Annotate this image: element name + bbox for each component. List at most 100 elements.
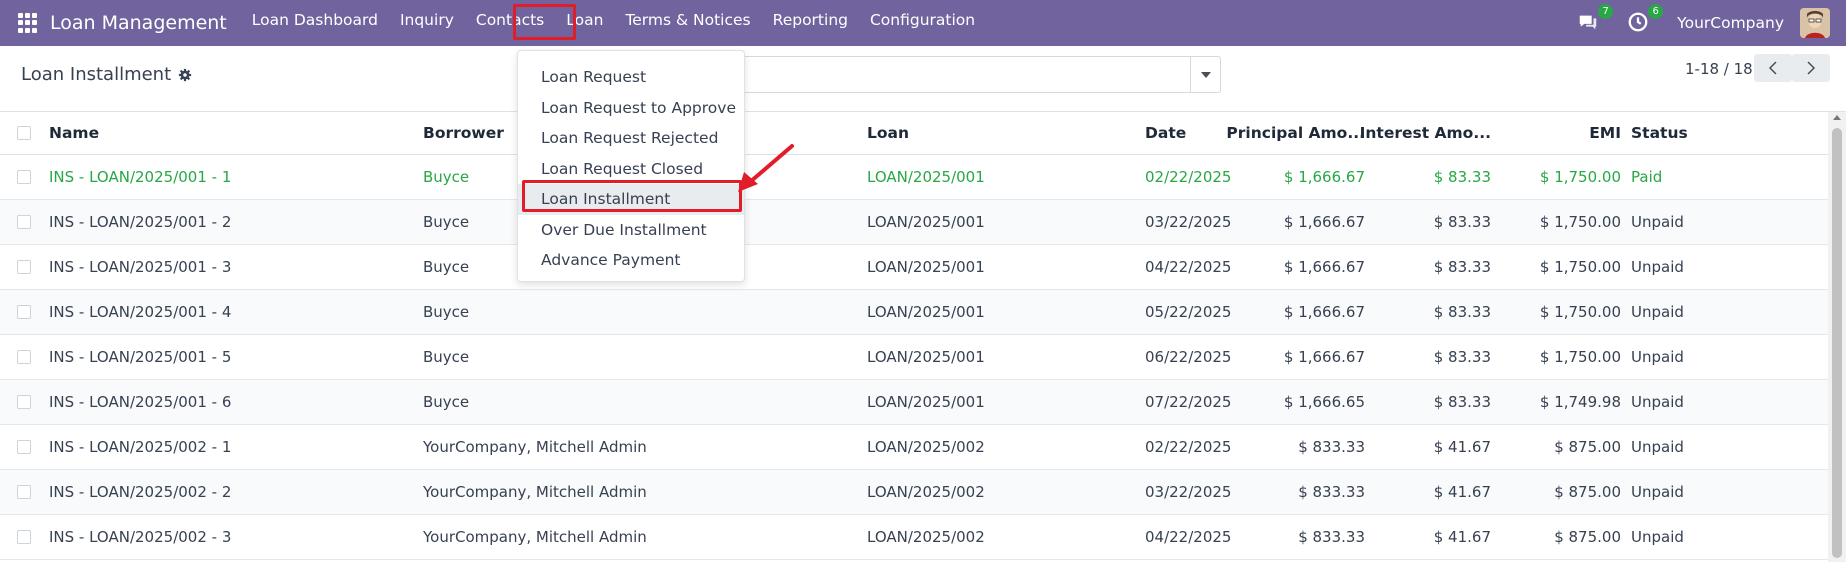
row-checkbox[interactable] <box>17 440 31 454</box>
cell-date: 05/22/2025 <box>1145 303 1232 321</box>
select-all-checkbox[interactable] <box>17 126 31 140</box>
column-header-principal[interactable]: Principal Amo... <box>1226 112 1365 154</box>
row-checkbox[interactable] <box>17 395 31 409</box>
dropdown-item-loan-request[interactable]: Loan Request <box>518 62 744 93</box>
cell-borrower: Buyce <box>423 213 470 231</box>
column-header-interest[interactable]: Interest Amo... <box>1360 112 1491 154</box>
cell-status: Unpaid <box>1631 528 1684 546</box>
menu-loan[interactable]: Loan <box>555 0 614 46</box>
app-brand[interactable]: Loan Management <box>50 12 227 34</box>
cell-date: 04/22/2025 <box>1145 528 1232 546</box>
table-row[interactable]: INS - LOAN/2025/001 - 6 Buyce LOAN/2025/00… <box>0 380 1828 425</box>
cell-name: INS - LOAN/2025/002 - 1 <box>49 438 232 456</box>
chat-icon[interactable]: 7 <box>1577 4 1614 35</box>
cell-principal: $ 1,666.67 <box>1283 258 1365 276</box>
cell-principal: $ 1,666.67 <box>1283 303 1365 321</box>
dropdown-item-loan-request-to-approve[interactable]: Loan Request to Approve <box>518 93 744 124</box>
scroll-up-arrow-icon[interactable] <box>1833 115 1841 120</box>
column-header-loan[interactable]: Loan <box>867 112 909 154</box>
cell-date: 03/22/2025 <box>1145 213 1232 231</box>
table-row[interactable]: INS - LOAN/2025/001 - 4 Buyce LOAN/2025/00… <box>0 290 1828 335</box>
vertical-scrollbar[interactable] <box>1828 112 1846 562</box>
cell-principal: $ 833.33 <box>1298 438 1365 456</box>
cell-name: INS - LOAN/2025/001 - 6 <box>49 393 232 411</box>
menu-loan-dashboard[interactable]: Loan Dashboard <box>241 0 389 46</box>
dropdown-item-advance-payment[interactable]: Advance Payment <box>518 245 744 276</box>
column-header-date[interactable]: Date <box>1145 112 1186 154</box>
cell-emi: $ 1,750.00 <box>1539 258 1621 276</box>
search-options-toggle[interactable] <box>1190 57 1220 92</box>
activity-clock-icon[interactable]: 6 <box>1627 4 1664 35</box>
cell-borrower: Buyce <box>423 168 470 186</box>
row-checkbox[interactable] <box>17 260 31 274</box>
table-row[interactable]: INS - LOAN/2025/001 - 5 Buyce LOAN/2025/00… <box>0 335 1828 380</box>
table-row[interactable]: INS - LOAN/2025/001 - 1 Buyce LOAN/2025/00… <box>0 155 1828 200</box>
pager-next-button[interactable] <box>1792 54 1830 82</box>
dropdown-item-loan-request-closed[interactable]: Loan Request Closed <box>518 154 744 185</box>
cell-name: INS - LOAN/2025/001 - 4 <box>49 303 232 321</box>
scrollbar-thumb[interactable] <box>1832 128 1842 558</box>
menu-reporting[interactable]: Reporting <box>762 0 859 46</box>
cell-loan: LOAN/2025/001 <box>867 213 985 231</box>
menu-configuration[interactable]: Configuration <box>859 0 986 46</box>
cell-interest: $ 83.33 <box>1433 393 1491 411</box>
cell-loan: LOAN/2025/001 <box>867 348 985 366</box>
table-row[interactable]: INS - LOAN/2025/002 - 3 YourCompany, Mitc… <box>0 515 1828 560</box>
menu-contacts[interactable]: Contacts <box>465 0 555 46</box>
table-header: Name Borrower Loan Date Principal Amo...… <box>0 112 1828 155</box>
cell-loan: LOAN/2025/002 <box>867 438 985 456</box>
pager-value[interactable]: 1-18 / 18 <box>1685 60 1753 78</box>
row-checkbox[interactable] <box>17 530 31 544</box>
dropdown-item-loan-request-rejected[interactable]: Loan Request Rejected <box>518 123 744 154</box>
table-row[interactable]: INS - LOAN/2025/001 - 3 Buyce LOAN/2025/00… <box>0 245 1828 290</box>
row-checkbox[interactable] <box>17 350 31 364</box>
search-input[interactable] <box>740 56 1221 93</box>
cell-interest: $ 41.67 <box>1433 438 1491 456</box>
cell-borrower: YourCompany, Mitchell Admin <box>423 528 647 546</box>
row-checkbox[interactable] <box>17 170 31 184</box>
cell-status: Unpaid <box>1631 393 1684 411</box>
cell-principal: $ 1,666.67 <box>1283 348 1365 366</box>
apps-menu-icon[interactable] <box>18 13 38 33</box>
cell-borrower: Buyce <box>423 393 470 411</box>
column-header-status[interactable]: Status <box>1631 112 1688 154</box>
dropdown-item-loan-installment[interactable]: Loan Installment <box>518 184 744 215</box>
cell-emi: $ 1,750.00 <box>1539 303 1621 321</box>
column-header-name[interactable]: Name <box>49 112 99 154</box>
user-avatar[interactable] <box>1800 8 1830 38</box>
cell-interest: $ 83.33 <box>1433 348 1491 366</box>
cell-status: Unpaid <box>1631 303 1684 321</box>
row-checkbox[interactable] <box>17 215 31 229</box>
activity-badge: 6 <box>1648 4 1664 19</box>
row-checkbox[interactable] <box>17 305 31 319</box>
table-row[interactable]: INS - LOAN/2025/002 - 1 YourCompany, Mitc… <box>0 425 1828 470</box>
table-row[interactable]: INS - LOAN/2025/002 - 2 YourCompany, Mitc… <box>0 470 1828 515</box>
table-row[interactable]: INS - LOAN/2025/001 - 2 Buyce LOAN/2025/00… <box>0 200 1828 245</box>
chevron-down-icon <box>1200 71 1211 78</box>
cell-loan: LOAN/2025/002 <box>867 528 985 546</box>
page-title: Loan Installment <box>21 64 172 85</box>
menu-inquiry[interactable]: Inquiry <box>389 0 465 46</box>
cell-loan: LOAN/2025/001 <box>867 168 985 186</box>
cell-status: Unpaid <box>1631 213 1684 231</box>
cell-loan: LOAN/2025/001 <box>867 303 985 321</box>
cell-status: Unpaid <box>1631 348 1684 366</box>
pager-previous-button[interactable] <box>1754 54 1792 82</box>
company-switcher[interactable]: YourCompany <box>1677 14 1784 32</box>
cell-loan: LOAN/2025/002 <box>867 483 985 501</box>
cell-principal: $ 833.33 <box>1298 483 1365 501</box>
menu-terms-notices[interactable]: Terms & Notices <box>614 0 761 46</box>
gear-icon[interactable] <box>178 68 192 82</box>
cell-date: 04/22/2025 <box>1145 258 1232 276</box>
cell-interest: $ 83.33 <box>1433 303 1491 321</box>
cell-borrower: Buyce <box>423 303 470 321</box>
column-header-borrower[interactable]: Borrower <box>423 112 504 154</box>
cell-status: Unpaid <box>1631 258 1684 276</box>
cell-name: INS - LOAN/2025/002 - 2 <box>49 483 232 501</box>
cell-principal: $ 1,666.67 <box>1283 168 1365 186</box>
row-checkbox[interactable] <box>17 485 31 499</box>
column-header-emi[interactable]: EMI <box>1500 112 1621 154</box>
dropdown-item-over-due-installment[interactable]: Over Due Installment <box>518 215 744 246</box>
cell-emi: $ 875.00 <box>1554 483 1621 501</box>
loan-dropdown-menu: Loan Request Loan Request to Approve Loa… <box>517 50 745 282</box>
